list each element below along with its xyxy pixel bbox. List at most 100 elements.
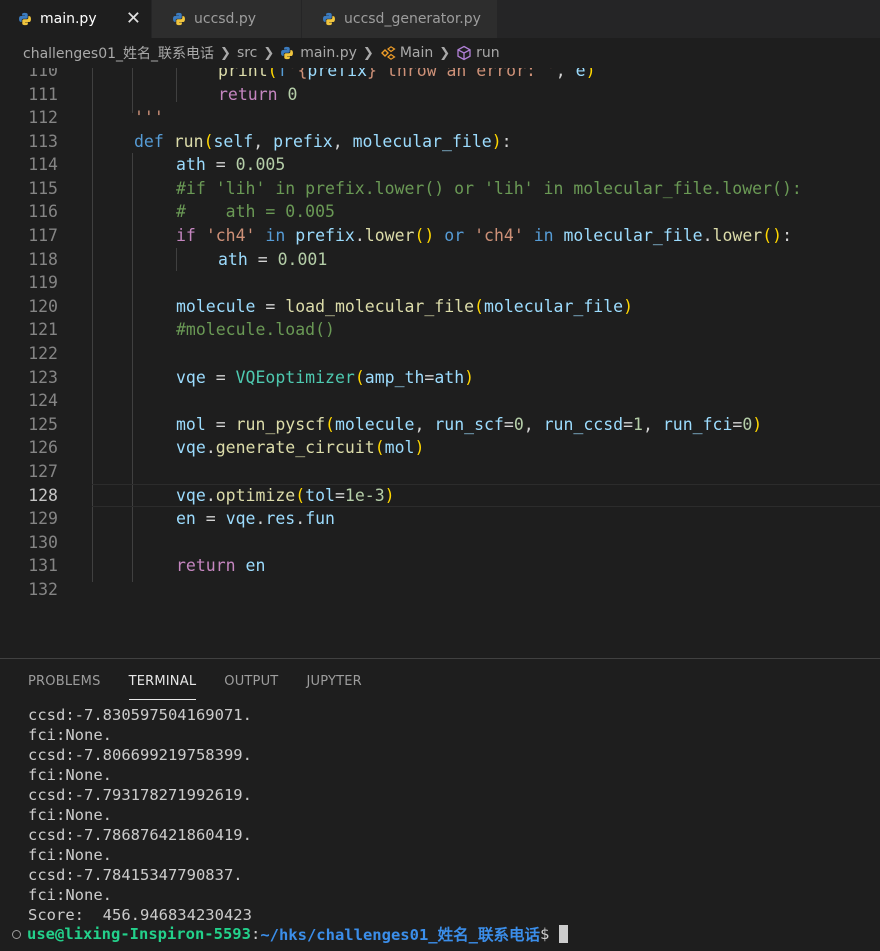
terminal-line: ccsd:-7.78415347790837. xyxy=(28,866,243,884)
breadcrumb-src[interactable]: src xyxy=(237,45,257,61)
breadcrumb-class[interactable]: Main xyxy=(400,45,433,61)
tab-label: uccsd_generator.py xyxy=(344,11,481,27)
line-number: 130 xyxy=(28,533,58,552)
code-text: mol = run_pyscf(molecule, run_scf=0, run… xyxy=(176,415,763,434)
tab-main-py[interactable]: main.py ✕ xyxy=(0,0,152,38)
breadcrumb-folder[interactable]: challenges01_姓名_联系电话 xyxy=(23,43,214,63)
circle-icon xyxy=(12,929,21,939)
line-number: 132 xyxy=(28,580,58,599)
terminal-output[interactable]: ccsd:-7.830597504169071. fci:None. ccsd:… xyxy=(28,705,252,925)
code-text: ath = 0.005 xyxy=(176,155,286,174)
code-text: def run(self, prefix, molecular_file): xyxy=(134,132,512,151)
line-number: 128 xyxy=(28,486,58,505)
line-number: 113 xyxy=(28,132,58,151)
code-line: 111 return 0 xyxy=(0,83,880,107)
code-line: 115 #if 'lih' in prefix.lower() or 'lih' … xyxy=(0,177,880,201)
bottom-panel: PROBLEMS TERMINAL OUTPUT JUPYTER ccsd:-7… xyxy=(0,658,880,951)
code-line: 110 print(f'{prefix} throw an error: ', e… xyxy=(0,68,880,83)
code-text: return en xyxy=(176,556,266,575)
breadcrumb-file[interactable]: main.py xyxy=(300,45,357,61)
python-icon xyxy=(173,12,185,26)
terminal-line: fci:None. xyxy=(28,846,112,864)
python-icon xyxy=(281,46,294,60)
code-text: ''' xyxy=(134,108,164,127)
line-number: 129 xyxy=(28,509,58,528)
code-text: if 'ch4' in prefix.lower() or 'ch4' in m… xyxy=(176,226,792,245)
line-number: 121 xyxy=(28,320,58,339)
terminal-line: fci:None. xyxy=(28,886,112,904)
code-text: molecule = load_molecular_file(molecular… xyxy=(176,297,633,316)
tab-output[interactable]: OUTPUT xyxy=(224,659,278,699)
code-text: vqe = VQEoptimizer(amp_th=ath) xyxy=(176,368,475,387)
method-icon xyxy=(457,45,471,61)
line-number: 111 xyxy=(28,85,58,104)
terminal-line: fci:None. xyxy=(28,806,112,824)
code-line: 122 xyxy=(0,342,880,366)
code-line: 125 mol = run_pyscf(molecule, run_scf=0, … xyxy=(0,413,880,437)
close-icon[interactable]: ✕ xyxy=(126,8,141,29)
code-text: print(f'{prefix} throw an error: ', e) xyxy=(218,68,596,80)
tab-label: main.py xyxy=(40,11,97,27)
python-icon xyxy=(323,12,335,26)
prompt-user: use@lixing-Inspiron-5593 xyxy=(27,925,251,943)
panel-tabs: PROBLEMS TERMINAL OUTPUT JUPYTER xyxy=(28,659,390,700)
class-icon xyxy=(380,46,396,60)
terminal-cursor xyxy=(559,925,569,943)
terminal-line: fci:None. xyxy=(28,726,112,744)
code-line: 118 ath = 0.001 xyxy=(0,248,880,272)
chevron-right-icon: ❯ xyxy=(362,45,374,61)
line-number: 123 xyxy=(28,368,58,387)
code-line: 119 xyxy=(0,271,880,295)
line-number: 122 xyxy=(28,344,58,363)
line-number: 127 xyxy=(28,462,58,481)
tab-label: uccsd.py xyxy=(194,11,257,27)
code-editor[interactable]: 110 print(f'{prefix} throw an error: ', e… xyxy=(0,68,880,658)
line-number: 114 xyxy=(28,155,58,174)
terminal-line: fci:None. xyxy=(28,766,112,784)
code-text: return 0 xyxy=(218,85,298,104)
code-line: 121 #molecule.load() xyxy=(0,318,880,342)
tab-problems[interactable]: PROBLEMS xyxy=(28,659,101,699)
code-line: 114 ath = 0.005 xyxy=(0,153,880,177)
line-number: 125 xyxy=(28,415,58,434)
line-number: 131 xyxy=(28,556,58,575)
line-number: 126 xyxy=(28,438,58,457)
prompt-symbol: $ xyxy=(539,925,550,943)
prompt-separator: : xyxy=(250,925,261,943)
code-line: 132 xyxy=(0,578,880,602)
editor-tab-bar: main.py ✕ uccsd.py uccsd_generator.py xyxy=(0,0,880,38)
line-number: 110 xyxy=(28,68,58,80)
tab-uccsd-py[interactable]: uccsd.py xyxy=(152,0,302,38)
chevron-right-icon: ❯ xyxy=(220,45,231,61)
line-number: 116 xyxy=(28,202,58,221)
terminal-line: ccsd:-7.786876421860419. xyxy=(28,826,252,844)
code-line: 124 xyxy=(0,389,880,413)
code-line: 131 return en xyxy=(0,554,880,578)
code-text: ath = 0.001 xyxy=(218,250,328,269)
code-line: 130 xyxy=(0,531,880,555)
terminal-line: ccsd:-7.793178271992619. xyxy=(28,786,252,804)
code-line: 126 vqe.generate_circuit(mol) xyxy=(0,436,880,460)
tab-uccsd-generator-py[interactable]: uccsd_generator.py xyxy=(302,0,498,38)
code-line-current: 128 vqe.optimize(tol=1e-3) xyxy=(0,484,880,508)
code-text: vqe.optimize(tol=1e-3) xyxy=(176,486,395,505)
tab-jupyter[interactable]: JUPYTER xyxy=(306,659,361,699)
code-line: 112 ''' xyxy=(0,106,880,130)
code-line: 129 en = vqe.res.fun xyxy=(0,507,880,531)
line-number: 117 xyxy=(28,226,58,245)
code-line: 127 xyxy=(0,460,880,484)
code-line: 117 if 'ch4' in prefix.lower() or 'ch4' i… xyxy=(0,224,880,248)
breadcrumb-method[interactable]: run xyxy=(476,45,500,61)
line-number: 115 xyxy=(28,179,58,198)
line-number: 118 xyxy=(28,250,58,269)
terminal-prompt[interactable]: use@lixing-Inspiron-5593 : ~/hks/challen… xyxy=(0,921,880,947)
code-text: vqe.generate_circuit(mol) xyxy=(176,438,425,457)
code-text: #if 'lih' in prefix.lower() or 'lih' in … xyxy=(176,179,802,198)
terminal-line: ccsd:-7.830597504169071. xyxy=(28,706,252,724)
line-number: 119 xyxy=(28,273,58,292)
tab-terminal[interactable]: TERMINAL xyxy=(128,659,197,700)
prompt-path: ~/hks/challenges01_姓名_联系电话 xyxy=(260,926,540,944)
code-line: 120 molecule = load_molecular_file(molecu… xyxy=(0,295,880,319)
code-text: # ath = 0.005 xyxy=(176,202,335,221)
python-icon xyxy=(19,12,31,26)
